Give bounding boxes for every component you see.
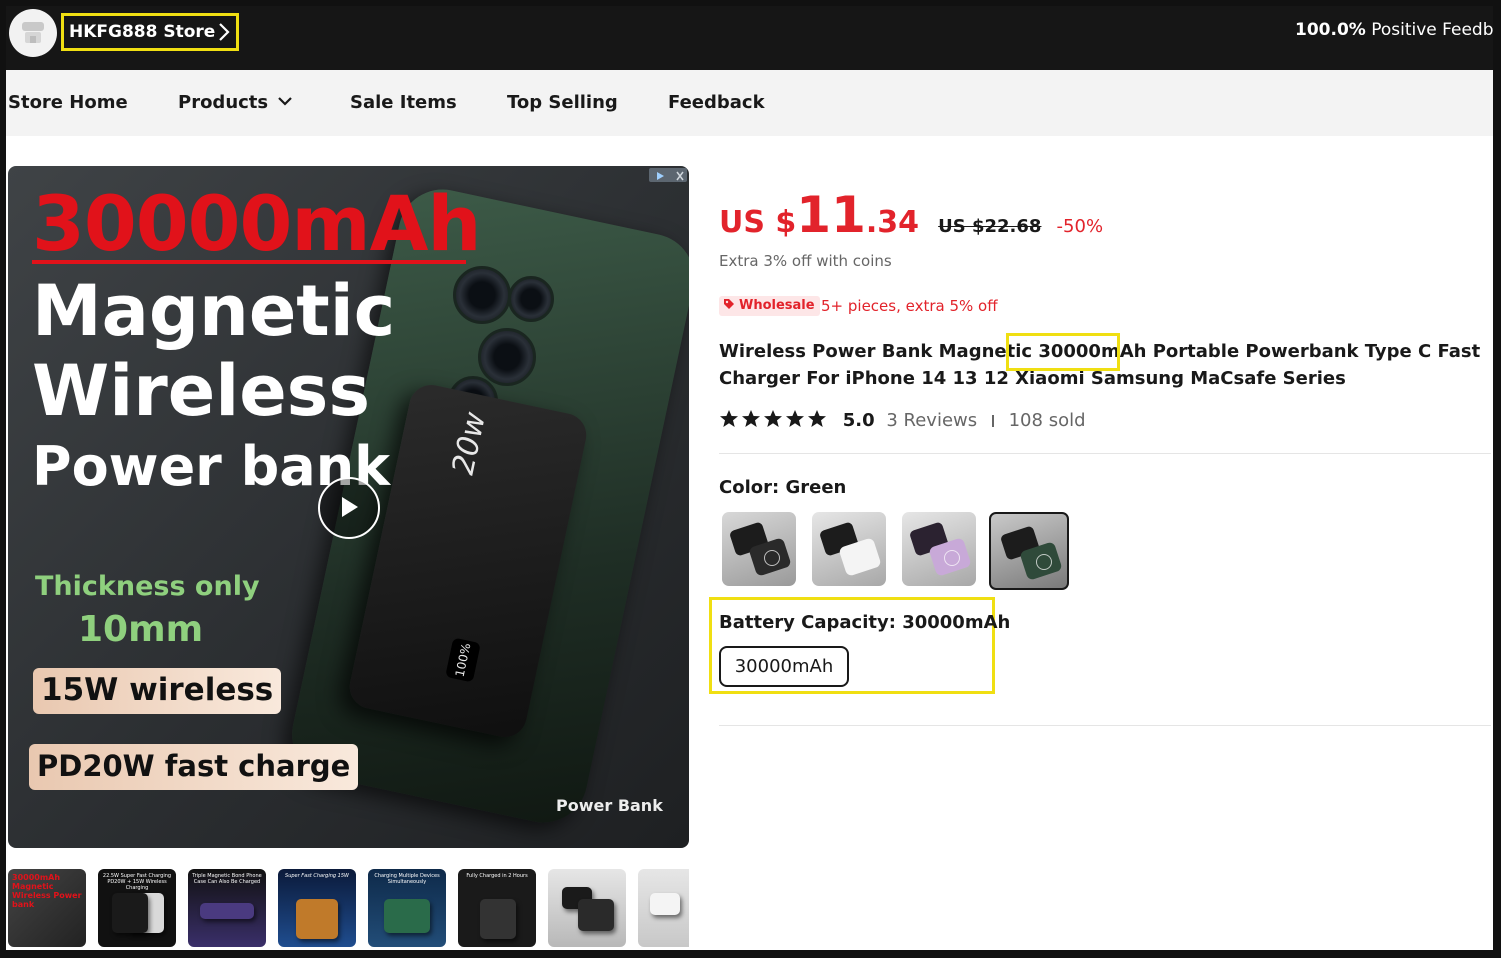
image-headline: 30000mAh xyxy=(32,179,482,268)
thumbnail-device xyxy=(384,899,430,933)
swatch-ring xyxy=(944,550,960,566)
thumbnail-device xyxy=(578,899,614,931)
swatch-ring xyxy=(1036,554,1052,570)
thumbnail-6[interactable]: Fully Charged in 2 Hours xyxy=(458,869,536,947)
positive-feedback: 100.0% Positive Feedba xyxy=(1295,20,1501,40)
capacity-option-30000mah[interactable]: 30000mAh xyxy=(719,646,849,687)
thumbnail-strip: 30000mAh Magnetic Wireless Power bank 22… xyxy=(8,868,689,950)
feedback-label: Positive Feedba xyxy=(1371,20,1501,40)
thumbnail-device xyxy=(296,899,338,939)
store-nav: Store Home Products Sale Items Top Selli… xyxy=(6,70,1495,136)
tag-icon xyxy=(724,299,734,309)
reviews-link[interactable]: 3 Reviews xyxy=(886,410,977,431)
color-option-purple[interactable] xyxy=(902,512,976,586)
thumbnail-device xyxy=(112,893,148,933)
color-option-green[interactable] xyxy=(989,512,1069,590)
title-highlight-box xyxy=(1006,333,1120,371)
nav-store-home[interactable]: Store Home xyxy=(8,92,128,113)
nav-sale-items[interactable]: Sale Items xyxy=(350,92,457,113)
wholesale-text: 5+ pieces, extra 5% off xyxy=(821,297,998,315)
star-rating-icon[interactable] xyxy=(719,409,831,429)
chevron-down-icon xyxy=(278,97,292,106)
price-currency: US $ xyxy=(719,205,797,240)
swatch-ring xyxy=(764,550,780,566)
thumbnail-2[interactable]: 22.5W Super Fast Charging PD20W + 15W Wi… xyxy=(98,869,176,947)
chevron-right-icon xyxy=(219,23,230,41)
price-integer: 11 xyxy=(796,186,866,244)
image-line-wireless: Wireless xyxy=(32,350,371,432)
price-decimal: .34 xyxy=(865,205,920,240)
divider xyxy=(719,725,1491,726)
camera-lens xyxy=(478,328,536,386)
discount-badge: -50% xyxy=(1056,216,1104,237)
image-pill-wireless: 15W wireless xyxy=(33,668,282,714)
nav-products[interactable]: Products xyxy=(178,92,292,113)
rating-score: 5.0 xyxy=(842,410,875,431)
coins-note: Extra 3% off with coins xyxy=(719,252,892,270)
wholesale-badge-label: Wholesale xyxy=(739,298,815,313)
ad-choices-icon[interactable] xyxy=(649,168,687,182)
thumbnail-5[interactable]: Charging Multiple Devices Simultaneously xyxy=(368,869,446,947)
color-label: Color: Green xyxy=(719,477,847,498)
thumbnail-caption: Fully Charged in 2 Hours xyxy=(466,873,528,879)
product-title-part1: Wireless Power Bank Magnetic xyxy=(719,341,1039,362)
thumbnail-4[interactable]: Super Fast Charging 15W xyxy=(278,869,356,947)
thumbnail-caption: 22.5W Super Fast Charging PD20W + 15W Wi… xyxy=(102,873,172,891)
original-price: US $22.68 xyxy=(938,216,1042,237)
main-product-image[interactable]: 20w 100% 30000mAh Magnetic Wireless Powe… xyxy=(8,166,689,848)
image-line-magnetic: Magnetic xyxy=(32,270,396,352)
divider xyxy=(719,453,1491,454)
thumbnail-caption: Charging Multiple Devices Simultaneously xyxy=(374,873,440,885)
nav-products-label: Products xyxy=(178,92,269,113)
rating-row: 5.0 3 Reviews 108 sold xyxy=(719,409,1086,431)
separator xyxy=(991,415,994,427)
headline-underline xyxy=(32,260,466,264)
thumbnail-3[interactable]: Triple Magnetic Bond Phone Case Can Also… xyxy=(188,869,266,947)
sold-count: 108 sold xyxy=(1008,410,1086,431)
store-name-link[interactable]: HKFG888 Store xyxy=(61,13,239,51)
capacity-label: Battery Capacity: 30000mAh xyxy=(719,612,1011,633)
wholesale-badge: Wholesale xyxy=(719,296,820,316)
play-icon xyxy=(342,497,358,517)
color-option-black[interactable] xyxy=(722,512,796,586)
play-video-button[interactable] xyxy=(318,477,380,539)
camera-lens xyxy=(453,266,511,324)
image-thickness-value: 10mm xyxy=(78,609,204,650)
thumbnail-device xyxy=(200,903,254,919)
image-brand-caption: Power Bank xyxy=(556,796,663,815)
thumbnail-8[interactable] xyxy=(638,869,689,947)
thumbnail-caption: Super Fast Charging 15W xyxy=(285,873,349,879)
thumbnail-1[interactable]: 30000mAh Magnetic Wireless Power bank xyxy=(8,869,86,947)
thumbnail-7[interactable] xyxy=(548,869,626,947)
thumbnail-device xyxy=(480,899,516,939)
image-pill-fast-charge: PD20W fast charge xyxy=(29,744,359,790)
feedback-value: 100.0% xyxy=(1295,20,1366,40)
store-logo-icon[interactable] xyxy=(9,9,57,57)
image-thickness-label: Thickness only xyxy=(35,571,260,602)
camera-lens xyxy=(508,276,554,322)
thumbnail-caption: Triple Magnetic Bond Phone Case Can Also… xyxy=(192,873,262,885)
thumbnail-caption: 30000mAh Magnetic Wireless Power bank xyxy=(12,873,82,909)
store-header: HKFG888 Store 100.0% Positive Feedba xyxy=(0,0,1501,70)
color-option-white[interactable] xyxy=(812,512,886,586)
nav-top-selling[interactable]: Top Selling xyxy=(507,92,618,113)
price: US $11.34 US $22.68 -50% xyxy=(719,186,1103,244)
nav-feedback[interactable]: Feedback xyxy=(668,92,765,113)
store-name: HKFG888 Store xyxy=(69,22,216,42)
thumbnail-device xyxy=(650,893,680,915)
